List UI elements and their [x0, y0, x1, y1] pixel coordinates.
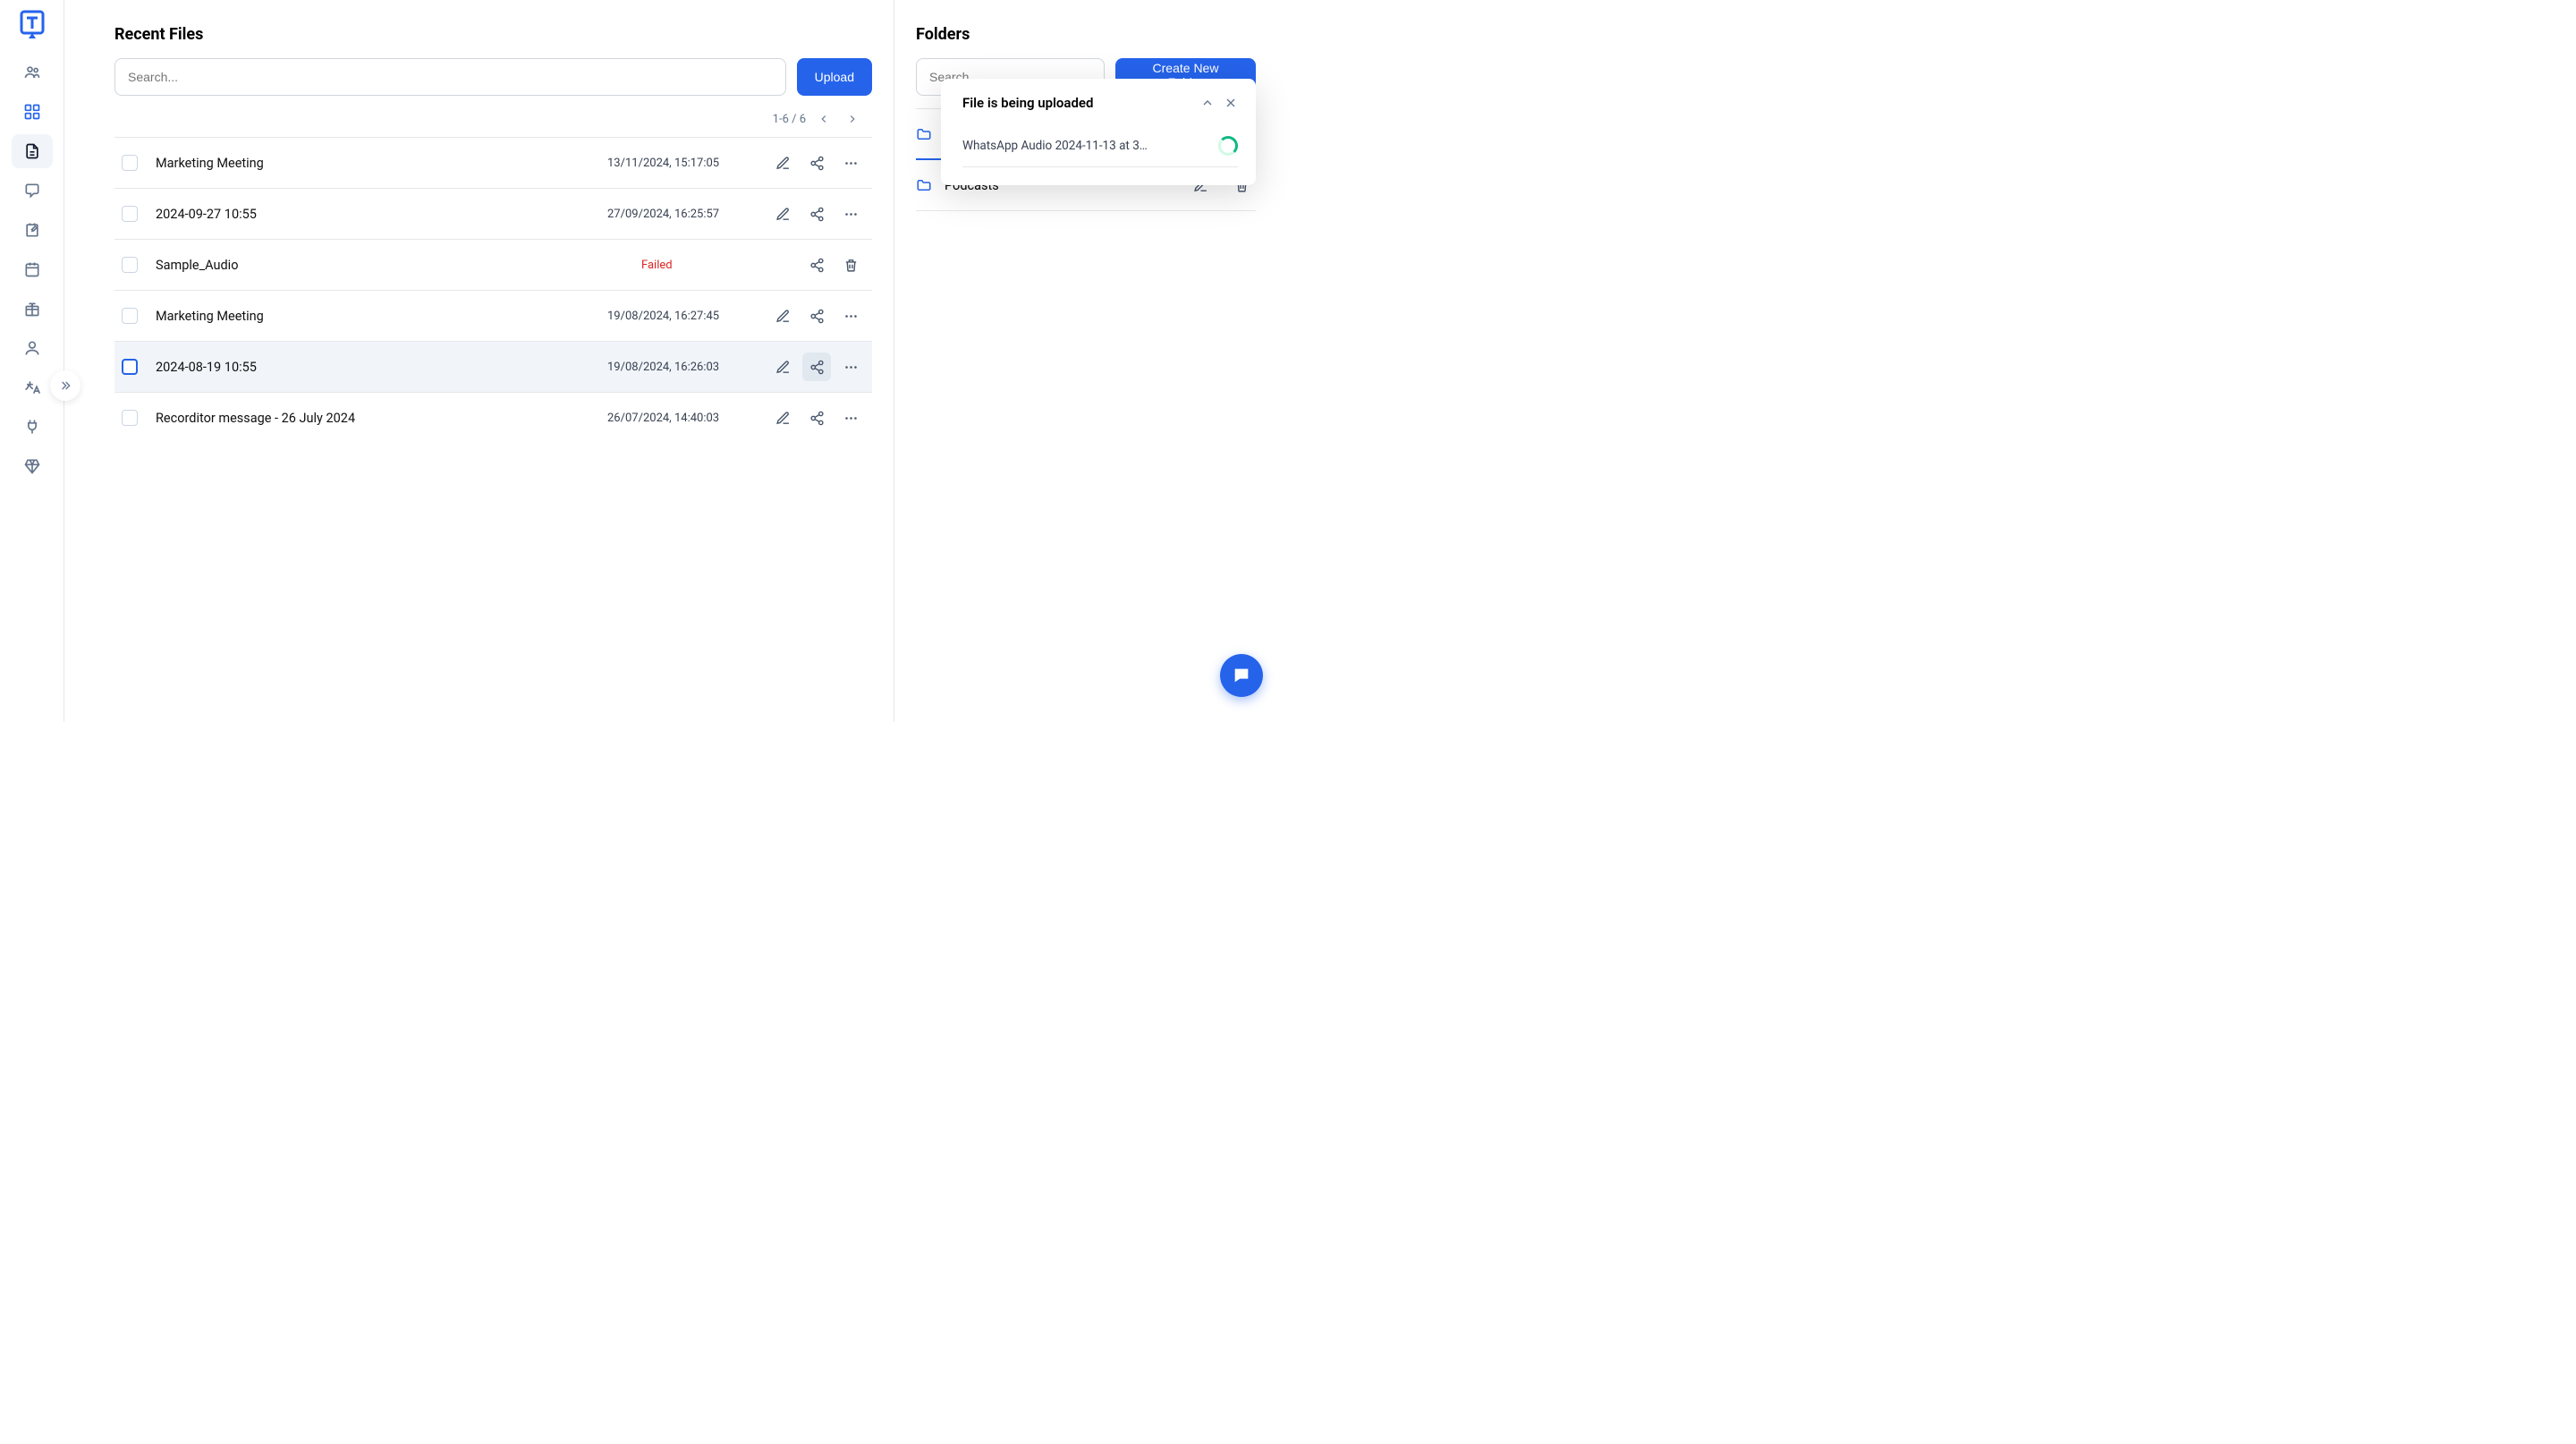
file-status-failed: Failed: [641, 259, 802, 272]
file-row[interactable]: Recorditor message - 26 July 2024 26/07/…: [114, 392, 872, 443]
sidebar-item-gifts[interactable]: [12, 292, 53, 326]
folder-icon: [916, 177, 932, 193]
upload-toast-title: File is being uploaded: [962, 95, 1093, 111]
file-date: 27/09/2024, 16:25:57: [607, 208, 768, 221]
file-row[interactable]: Marketing Meeting 19/08/2024, 16:27:45: [114, 290, 872, 341]
upload-toast-close-button[interactable]: [1224, 96, 1238, 110]
file-date: 13/11/2024, 15:17:05: [607, 157, 768, 170]
folder-icon: [916, 126, 932, 142]
upload-toast: File is being uploaded WhatsApp Audio 20…: [941, 79, 1256, 185]
edit-icon[interactable]: [768, 200, 797, 228]
sidebar-item-profile[interactable]: [12, 331, 53, 365]
more-icon[interactable]: [836, 149, 865, 177]
sidebar-item-calendar[interactable]: [12, 252, 53, 286]
more-icon[interactable]: [836, 403, 865, 432]
sidebar-item-files[interactable]: [12, 134, 53, 168]
file-name: Sample_Audio: [156, 258, 641, 273]
file-checkbox[interactable]: [122, 359, 138, 375]
upload-toast-filename: WhatsApp Audio 2024-11-13 at 3…: [962, 139, 1148, 153]
file-name: 2024-08-19 10:55: [156, 360, 607, 375]
file-checkbox[interactable]: [122, 206, 138, 222]
files-list: Marketing Meeting 13/11/2024, 15:17:05 2…: [114, 137, 872, 443]
file-checkbox[interactable]: [122, 410, 138, 426]
more-icon[interactable]: [836, 200, 865, 228]
sidebar-item-translate[interactable]: [12, 370, 53, 404]
file-row[interactable]: Marketing Meeting 13/11/2024, 15:17:05: [114, 137, 872, 188]
file-checkbox[interactable]: [122, 257, 138, 273]
app-logo: [20, 9, 45, 41]
sidebar-item-people[interactable]: [12, 55, 53, 89]
delete-icon[interactable]: [836, 251, 865, 279]
file-row[interactable]: 2024-08-19 10:55 19/08/2024, 16:26:03: [114, 341, 872, 392]
share-icon[interactable]: [802, 200, 831, 228]
file-name: Marketing Meeting: [156, 309, 607, 324]
sidebar: [0, 0, 64, 722]
pagination: 1-6 / 6: [114, 108, 872, 130]
files-panel: Recent Files Upload 1-6 / 6 Marketing Me…: [64, 0, 894, 722]
edit-icon[interactable]: [768, 302, 797, 330]
share-icon[interactable]: [802, 149, 831, 177]
share-icon[interactable]: [802, 251, 831, 279]
sidebar-item-notes[interactable]: [12, 213, 53, 247]
file-name: Recorditor message - 26 July 2024: [156, 411, 607, 426]
edit-icon[interactable]: [768, 403, 797, 432]
file-date: 26/07/2024, 14:40:03: [607, 412, 768, 425]
file-date: 19/08/2024, 16:27:45: [607, 310, 768, 323]
folders-title: Folders: [916, 25, 1256, 44]
more-icon[interactable]: [836, 353, 865, 381]
file-date: 19/08/2024, 16:26:03: [607, 361, 768, 374]
edit-icon[interactable]: [768, 353, 797, 381]
upload-button[interactable]: Upload: [797, 58, 872, 96]
file-checkbox[interactable]: [122, 308, 138, 324]
files-search-input[interactable]: [114, 58, 786, 96]
files-title: Recent Files: [114, 25, 872, 44]
chat-fab-button[interactable]: [1220, 654, 1263, 697]
sidebar-item-premium[interactable]: [12, 449, 53, 483]
file-row[interactable]: 2024-09-27 10:55 27/09/2024, 16:25:57: [114, 188, 872, 239]
upload-toast-collapse-button[interactable]: [1200, 96, 1215, 110]
share-icon[interactable]: [802, 302, 831, 330]
sidebar-item-plugin[interactable]: [12, 410, 53, 444]
sidebar-item-dashboard[interactable]: [12, 95, 53, 129]
sidebar-expand-button[interactable]: [50, 370, 80, 401]
sidebar-item-chat[interactable]: [12, 174, 53, 208]
file-name: Marketing Meeting: [156, 156, 607, 171]
file-checkbox[interactable]: [122, 155, 138, 171]
edit-icon[interactable]: [768, 149, 797, 177]
upload-spinner-icon: [1218, 136, 1238, 156]
file-row[interactable]: Sample_Audio Failed: [114, 239, 872, 290]
more-icon[interactable]: [836, 302, 865, 330]
pagination-prev[interactable]: [813, 108, 835, 130]
share-icon[interactable]: [802, 403, 831, 432]
share-icon[interactable]: [802, 353, 831, 381]
file-name: 2024-09-27 10:55: [156, 207, 607, 222]
pagination-next[interactable]: [842, 108, 863, 130]
pagination-range: 1-6 / 6: [773, 113, 806, 126]
